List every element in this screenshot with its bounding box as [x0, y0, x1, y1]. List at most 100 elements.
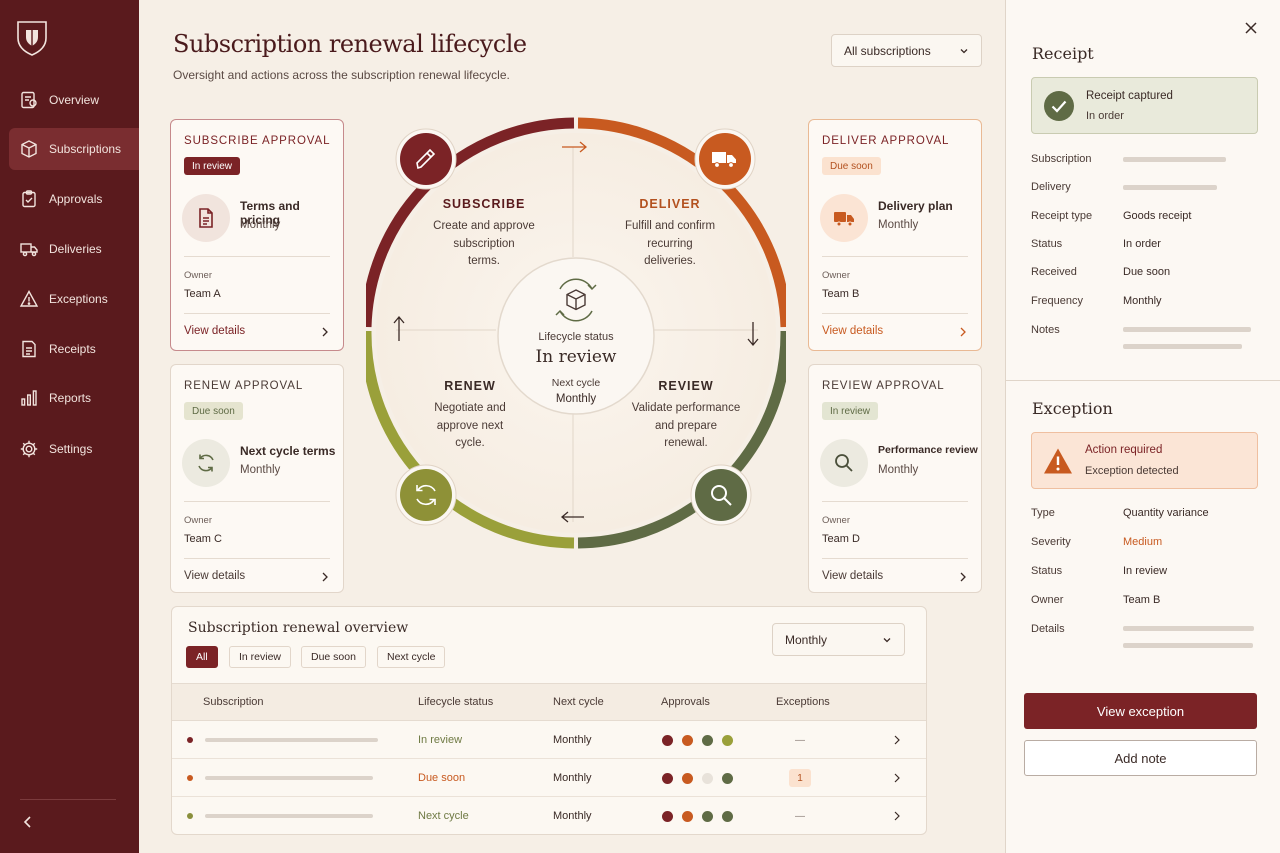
column-header[interactable]: Next cycle — [553, 696, 604, 708]
stage-title: SUBSCRIBE — [442, 197, 526, 211]
field-label: Type — [1031, 507, 1055, 519]
field-label: Details — [1031, 623, 1065, 635]
bar-chart-icon — [21, 390, 37, 406]
field-value: Goods receipt — [1123, 210, 1192, 222]
card-title: DELIVER APPROVAL — [822, 135, 950, 147]
owner-value: Team D — [822, 533, 860, 545]
collapse-sidebar-icon[interactable] — [18, 812, 38, 832]
stage-title: RENEW — [444, 379, 496, 393]
period-select[interactable]: Monthly — [772, 623, 905, 656]
card-frequency: Monthly — [240, 464, 281, 476]
banner-subtitle: In order — [1086, 110, 1124, 122]
sidebar-item-settings[interactable]: Settings — [9, 428, 139, 470]
filter-chip-all[interactable]: All — [186, 646, 218, 668]
card-heading: Delivery plan — [878, 199, 953, 213]
divider — [822, 558, 968, 559]
sidebar-item-reports[interactable]: Reports — [9, 377, 139, 419]
chevron-right-icon[interactable] — [893, 734, 901, 746]
filter-chip-due-soon[interactable]: Due soon — [301, 646, 366, 668]
chevron-down-icon — [883, 637, 891, 642]
sidebar-item-label: Overview — [49, 93, 100, 107]
subscription-filter-select[interactable]: All subscriptions — [831, 34, 982, 67]
sidebar-item-receipts[interactable]: Receipts — [9, 328, 139, 370]
column-header[interactable]: Exceptions — [776, 696, 830, 708]
status-badge: In review — [184, 157, 241, 175]
column-header[interactable]: Subscription — [203, 696, 264, 708]
field-label: Status — [1031, 565, 1063, 577]
overview-title: Subscription renewal overview — [188, 620, 409, 636]
details-panel: Receipt Receipt captured In order Subscr… — [1005, 0, 1280, 853]
stage-desc-line: subscription — [453, 237, 515, 250]
approval-dots — [662, 811, 733, 822]
status-badge: Due soon — [822, 157, 881, 175]
lifecycle-diagram: SUBSCRIBE Create and approve subscriptio… — [360, 117, 792, 549]
table-row[interactable]: Next cycle Monthly — — [172, 797, 926, 834]
view-details-link[interactable]: View details — [184, 325, 245, 337]
stage-desc-line: and prepare — [654, 419, 718, 432]
lifecycle-status-cell: In review — [418, 734, 463, 746]
severity-value: Medium — [1123, 536, 1163, 548]
exception-alert-banner: Action required Exception detected — [1031, 432, 1258, 489]
view-details-link[interactable]: View details — [184, 570, 245, 582]
field-label: Subscription — [1031, 153, 1092, 165]
table-row[interactable]: In review Monthly — — [172, 721, 926, 759]
card-title: SUBSCRIBE APPROVAL — [184, 135, 331, 147]
card-title: RENEW APPROVAL — [184, 380, 304, 392]
sidebar-item-approvals[interactable]: Approvals — [9, 178, 139, 220]
lifecycle-status-label: Lifecycle status — [538, 331, 614, 343]
stage-desc-line: Fulfill and confirm — [624, 220, 716, 232]
filter-chip-in-review[interactable]: In review — [229, 646, 292, 668]
value-placeholder — [1123, 327, 1251, 332]
table-row[interactable]: Due soon Monthly 1 — [172, 759, 926, 797]
divider — [184, 313, 330, 314]
approval-dot — [662, 773, 673, 784]
sidebar-item-exceptions[interactable]: Exceptions — [9, 278, 139, 320]
chevron-right-icon[interactable] — [320, 325, 330, 339]
status-badge: In review — [822, 402, 879, 420]
chevron-right-icon[interactable] — [320, 570, 330, 584]
sidebar-item-subscriptions[interactable]: Subscriptions — [9, 128, 139, 170]
field-label: Severity — [1031, 536, 1071, 548]
chevron-right-icon[interactable] — [893, 810, 901, 822]
field-value: Monthly — [1123, 295, 1162, 307]
renew-approval-card: RENEW APPROVAL Due soon Next cycle terms… — [170, 364, 344, 593]
stage-desc-line: approve next — [436, 419, 504, 432]
view-details-link[interactable]: View details — [822, 570, 883, 582]
view-exception-button[interactable]: View exception — [1024, 693, 1257, 729]
approval-dot — [722, 773, 733, 784]
chevron-right-icon[interactable] — [958, 325, 968, 339]
column-header[interactable]: Approvals — [661, 696, 710, 708]
sidebar-item-label: Exceptions — [49, 292, 108, 306]
owner-label: Owner — [822, 515, 850, 526]
chevron-right-icon[interactable] — [958, 570, 968, 584]
approval-dot — [662, 735, 673, 746]
stage-desc-line: terms. — [468, 255, 500, 267]
approval-dot — [682, 811, 693, 822]
subscription-filter-value: All subscriptions — [844, 43, 931, 58]
field-label: Frequency — [1031, 295, 1083, 307]
sidebar-item-overview[interactable]: Overview — [9, 79, 139, 121]
stage-desc-line: recurring — [647, 237, 693, 250]
lifecycle-status-value: In review — [535, 347, 617, 367]
field-label: Owner — [1031, 594, 1064, 606]
add-note-button[interactable]: Add note — [1024, 740, 1257, 776]
close-icon[interactable] — [1244, 21, 1258, 35]
chevron-right-icon[interactable] — [893, 772, 901, 784]
value-placeholder — [1123, 344, 1242, 349]
column-header[interactable]: Lifecycle status — [418, 696, 493, 708]
shield-logo-icon[interactable] — [15, 18, 49, 56]
banner-title: Receipt captured — [1086, 90, 1173, 102]
view-details-link[interactable]: View details — [822, 325, 883, 337]
exceptions-count-badge[interactable]: 1 — [789, 769, 811, 787]
subscribe-approval-card: SUBSCRIBE APPROVAL In review Terms and p… — [170, 119, 344, 351]
stage-desc-line: deliveries. — [644, 255, 696, 267]
stage-desc-line: Create and approve — [433, 220, 535, 232]
row-status-dot — [187, 737, 193, 743]
approval-dot — [722, 735, 733, 746]
filter-chip-next-cycle[interactable]: Next cycle — [377, 646, 446, 668]
deliver-stage: DELIVER Fulfill and confirm recurring de… — [594, 197, 746, 271]
approval-dots — [662, 773, 733, 784]
sidebar-item-deliveries[interactable]: Deliveries — [9, 228, 139, 270]
page-subtitle: Oversight and actions across the subscri… — [173, 68, 510, 82]
clipboard-check-icon — [22, 190, 36, 208]
